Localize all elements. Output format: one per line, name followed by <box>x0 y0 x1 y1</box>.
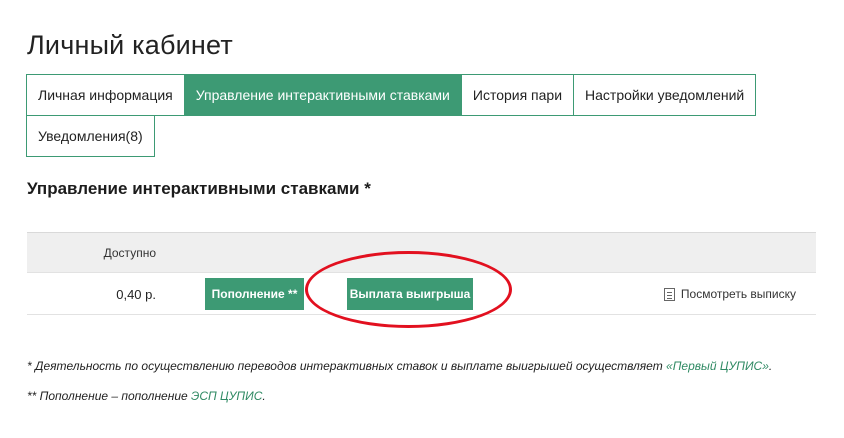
esp-cupis-link[interactable]: ЭСП ЦУПИС <box>191 389 262 403</box>
footnote-2: ** Пополнение – пополнение ЭСП ЦУПИС. <box>27 389 266 403</box>
footnote-2-end: . <box>262 389 266 403</box>
tab-row-1: Личная информация Управление интерактивн… <box>26 74 770 116</box>
balance-table-header: Доступно <box>27 232 816 273</box>
footnote-2-text: ** Пополнение – пополнение <box>27 389 192 403</box>
available-column-label: Доступно <box>103 246 156 260</box>
tab-row-2: Уведомления(8) <box>26 115 770 157</box>
view-statement-label: Посмотреть выписку <box>680 287 796 301</box>
tab-personal-info[interactable]: Личная информация <box>26 74 185 116</box>
view-statement-link[interactable]: Посмотреть выписку <box>663 287 796 301</box>
balance-table: Доступно 0,40 р. Пополнение ** Выплата в… <box>27 232 816 315</box>
tab-interactive-bets[interactable]: Управление интерактивными ставками <box>183 74 462 116</box>
footnote-1: * Деятельность по осуществлению переводо… <box>27 359 772 373</box>
balance-row: 0,40 р. Пополнение ** Выплата выигрыша П… <box>27 273 816 315</box>
footnote-1-text: * Деятельность по осуществлению переводо… <box>27 359 667 373</box>
tab-notification-settings[interactable]: Настройки уведомлений <box>573 74 757 116</box>
tab-notifications[interactable]: Уведомления(8) <box>26 115 155 157</box>
tab-bet-history[interactable]: История пари <box>460 74 575 116</box>
available-amount: 0,40 р. <box>116 287 156 302</box>
page-title: Личный кабинет <box>27 30 233 60</box>
document-icon <box>663 287 675 301</box>
topup-button[interactable]: Пополнение ** <box>205 278 304 310</box>
tab-bar: Личная информация Управление интерактивн… <box>26 74 770 157</box>
section-title: Управление интерактивными ставками * <box>27 179 371 198</box>
footnote-1-end: . <box>768 359 773 373</box>
first-cupis-link[interactable]: «Первый ЦУПИС» <box>666 359 769 373</box>
payout-button[interactable]: Выплата выигрыша <box>347 278 473 310</box>
